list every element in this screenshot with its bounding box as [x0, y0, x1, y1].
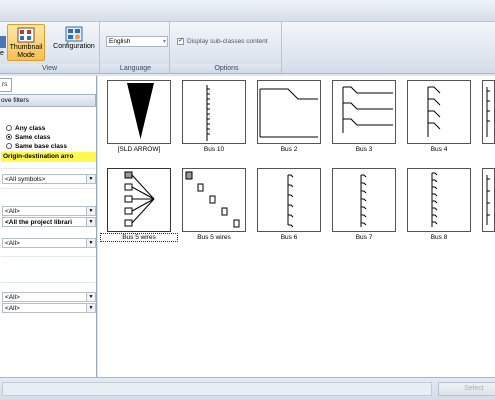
select-button[interactable]: Select: [438, 382, 495, 396]
bus-5-wires-fan-thumbnail: [107, 168, 171, 232]
display-subclasses-label: Display sub-classes content: [187, 38, 268, 46]
bus-icon: [486, 87, 490, 137]
bus-6-icon: [287, 174, 294, 228]
bus-7-icon: [360, 174, 367, 227]
chevron-down-icon: ▼: [86, 239, 95, 247]
partial-view-label: e: [0, 50, 4, 57]
bus-3-icon: [342, 86, 393, 133]
symbols-filter-value: <All symbols>: [5, 176, 46, 183]
bus-6-thumbnail: [257, 168, 321, 232]
thumbnail-mode-button[interactable]: Thumbnail Mode: [7, 24, 45, 61]
bus-2-icon: [259, 88, 318, 138]
bus-4-thumbnail: [407, 80, 471, 144]
bus-icon: [486, 175, 490, 225]
bus-10-thumbnail: [182, 80, 246, 144]
bus-5-wires-diagonal-icon: [185, 171, 240, 228]
ribbon: e Thumbnail Mode Configuration View Engl…: [0, 22, 495, 74]
filters-tab[interactable]: rs: [0, 78, 12, 92]
title-bar: [0, 0, 495, 22]
bus-5-wires-fan-icon: [124, 171, 155, 227]
origin-destination-arrows-item[interactable]: Origin-destination arro: [1, 152, 96, 162]
divider: [1, 256, 96, 257]
any-class-radio[interactable]: Any class: [6, 125, 45, 132]
filter-select-4[interactable]: <All> ▼: [2, 238, 96, 248]
filter-select-2[interactable]: <All> ▼: [2, 206, 96, 216]
thumbnail-icon: [17, 27, 35, 43]
symbol-caption: Bus 4: [430, 146, 448, 153]
configuration-icon: [65, 26, 83, 42]
chevron-down-icon: ▼: [86, 207, 95, 215]
partial-thumbnail: [482, 168, 495, 232]
radio-icon: [6, 143, 12, 150]
bus-8-icon: [431, 172, 438, 227]
divider: [1, 168, 96, 169]
thumbnail-mode-label-1: Thumbnail: [9, 44, 43, 51]
filter-2-value: <All>: [5, 208, 20, 215]
selection-field: [2, 382, 432, 396]
thumbnail-mode-label-2: Mode: [17, 52, 35, 59]
filter-6-value: <All>: [5, 305, 20, 312]
checkbox-checked-icon: [177, 36, 184, 45]
bus-7-thumbnail: [332, 168, 396, 232]
symbol-thumbnail-grid: [SLD ARROW] Bus 10 Bus 2 Bus 3 Bus 4 Bus…: [98, 76, 495, 377]
configuration-label: Configuration: [53, 43, 95, 50]
symbol-caption: Bus 3: [355, 146, 373, 153]
chevron-down-icon: ▼: [86, 218, 95, 226]
bus-3-thumbnail: [332, 80, 396, 144]
divider: [1, 188, 96, 189]
divider: [1, 282, 96, 283]
same-class-label: Same class: [15, 134, 51, 141]
filter-panel: rs ove filters Any class Same class Same…: [0, 76, 97, 377]
symbol-caption: Bus 2: [280, 146, 298, 153]
symbol-caption: Bus 5 wires: [197, 234, 231, 241]
chevron-down-icon: ▾: [162, 39, 166, 45]
chevron-down-icon: ▼: [86, 293, 95, 301]
bus-5-wires-diagonal-thumbnail: [182, 168, 246, 232]
symbol-caption: Bus 5 wires: [100, 233, 178, 242]
symbol-caption: Bus 7: [355, 234, 373, 241]
symbol-caption: Bus 8: [430, 234, 448, 241]
language-group-label: Language: [102, 64, 169, 73]
radio-icon: [6, 125, 12, 132]
same-base-class-label: Same base class: [15, 143, 68, 150]
filter-5-value: <All>: [5, 294, 20, 301]
bus-10-icon: [206, 85, 210, 141]
chevron-down-icon: ▼: [86, 175, 95, 183]
project-library-value: <All the project librari: [5, 219, 73, 226]
options-group-label: Options: [172, 64, 281, 73]
view-group: e Thumbnail Mode Configuration View: [0, 22, 100, 74]
symbol-caption: Bus 10: [203, 146, 225, 153]
configuration-button[interactable]: Configuration: [49, 24, 99, 61]
remove-filters-button[interactable]: ove filters: [0, 94, 96, 107]
same-base-class-radio[interactable]: Same base class: [6, 143, 67, 150]
grid-icon: [0, 36, 6, 48]
project-library-select[interactable]: <All the project librari ▼: [2, 217, 96, 227]
options-group: Display sub-classes content Options: [172, 22, 282, 74]
sld-arrow-icon: [127, 83, 154, 139]
partial-thumbnail: [482, 80, 495, 144]
bus-8-thumbnail: [407, 168, 471, 232]
filter-select-6[interactable]: <All> ▼: [2, 303, 96, 313]
chevron-down-icon: ▼: [86, 304, 95, 312]
bottom-bar: Select: [0, 377, 495, 400]
language-value: English: [109, 38, 131, 45]
display-subclasses-checkbox[interactable]: Display sub-classes content: [177, 36, 268, 46]
filter-select-5[interactable]: <All> ▼: [2, 292, 96, 302]
same-class-radio[interactable]: Same class: [6, 134, 50, 141]
filter-4-value: <All>: [5, 240, 20, 247]
view-group-label: View: [0, 64, 99, 73]
sld-arrow-thumbnail: [107, 80, 171, 144]
any-class-label: Any class: [15, 125, 46, 132]
symbols-filter-select[interactable]: <All symbols> ▼: [2, 174, 96, 184]
radio-selected-icon: [6, 134, 12, 141]
language-select[interactable]: English ▾: [106, 36, 168, 47]
bus-4-icon: [427, 86, 441, 137]
symbol-caption: [SLD ARROW]: [117, 146, 161, 153]
bus-2-thumbnail: [257, 80, 321, 144]
language-group: English ▾ Language: [102, 22, 170, 74]
symbol-caption: Bus 6: [280, 234, 298, 241]
